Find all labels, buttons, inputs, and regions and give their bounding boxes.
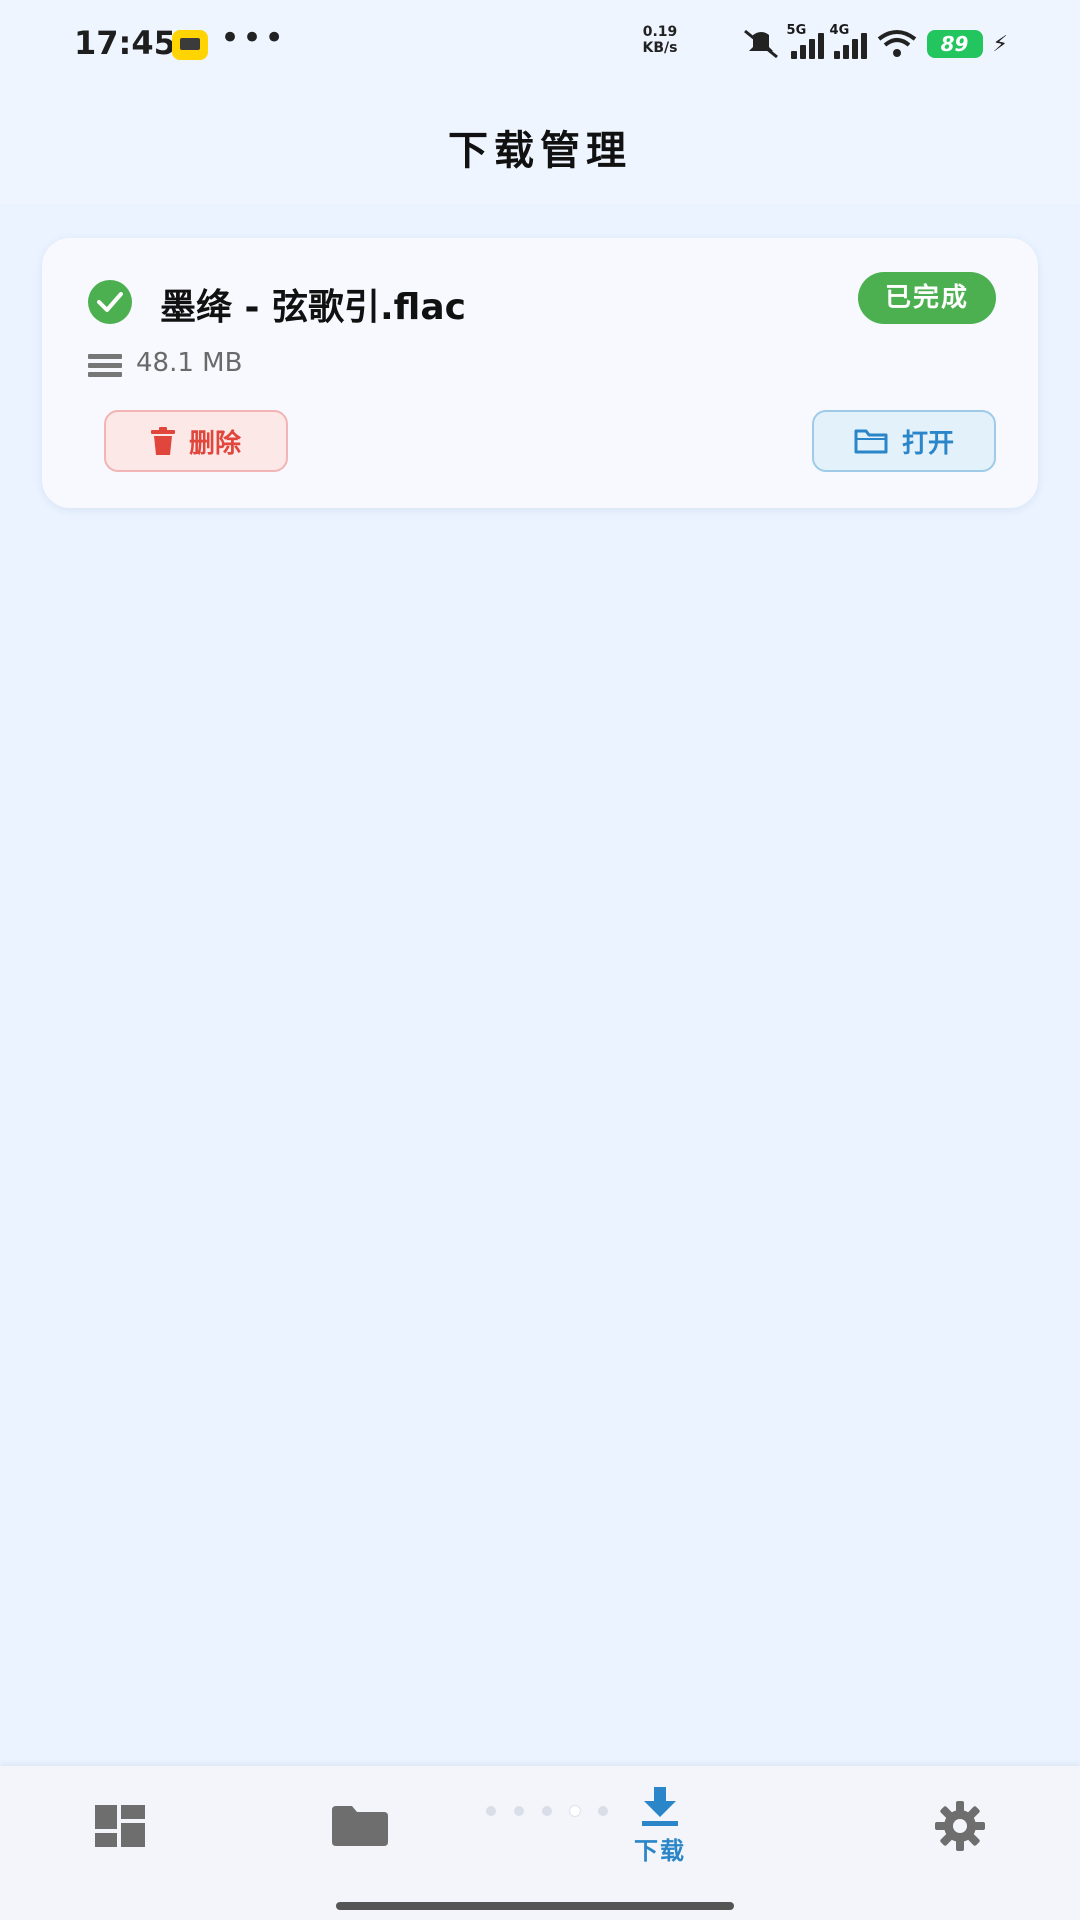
network-speed: 0.19 KB/s bbox=[640, 24, 680, 56]
trash-icon bbox=[150, 427, 175, 455]
signal-4g-label: 4G bbox=[829, 23, 850, 38]
folder-open-icon bbox=[854, 429, 888, 454]
download-item-card[interactable]: 墨绛 - 弦歌引.flac 已完成 48.1 MB 删除 打开 bbox=[42, 238, 1038, 508]
mute-icon bbox=[743, 29, 778, 59]
app-badge-icon bbox=[172, 30, 208, 60]
nav-dashboard[interactable] bbox=[90, 1766, 150, 1886]
nav-download-label: 下载 bbox=[634, 1836, 686, 1865]
nav-download[interactable]: 下载 bbox=[620, 1766, 700, 1886]
status-time: 17:45 bbox=[74, 24, 176, 62]
page-title: 下载管理 bbox=[448, 128, 632, 174]
signal-5g-icon: 5G bbox=[787, 23, 824, 59]
open-button-label: 打开 bbox=[901, 428, 954, 459]
network-speed-value: 0.19 bbox=[642, 24, 678, 40]
app-header: 下载管理 bbox=[0, 90, 1080, 204]
dashboard-icon bbox=[95, 1805, 145, 1847]
signal-4g-icon: 4G bbox=[830, 23, 867, 59]
bottom-navigation: 下载 bbox=[0, 1766, 1080, 1920]
file-size: 48.1 MB bbox=[136, 348, 243, 378]
more-notifications-icon: ••• bbox=[220, 18, 287, 58]
storage-icon bbox=[88, 354, 122, 378]
charging-icon: ⚡ bbox=[992, 31, 1008, 57]
home-indicator[interactable] bbox=[336, 1902, 734, 1910]
download-icon bbox=[642, 1786, 678, 1826]
completed-check-icon bbox=[88, 280, 132, 324]
battery-icon: 89 bbox=[926, 30, 983, 58]
open-button[interactable]: 打开 bbox=[812, 410, 996, 472]
delete-button[interactable]: 删除 bbox=[104, 410, 288, 472]
nav-files[interactable] bbox=[330, 1766, 390, 1886]
network-speed-unit: KB/s bbox=[642, 40, 678, 56]
status-bar: 17:45 ••• 0.19 KB/s 5G 4G 89 ⚡ bbox=[0, 0, 1080, 90]
status-icons: 5G 4G 89 ⚡ bbox=[741, 23, 1008, 64]
page-indicator bbox=[486, 1806, 608, 1816]
delete-button-label: 删除 bbox=[188, 428, 241, 459]
settings-icon bbox=[935, 1801, 985, 1851]
nav-settings[interactable] bbox=[930, 1766, 990, 1886]
wifi-icon bbox=[877, 30, 916, 57]
status-badge: 已完成 bbox=[858, 272, 996, 324]
signal-5g-label: 5G bbox=[786, 23, 807, 38]
file-name: 墨绛 - 弦歌引.flac bbox=[160, 287, 467, 328]
folder-icon bbox=[332, 1806, 388, 1846]
